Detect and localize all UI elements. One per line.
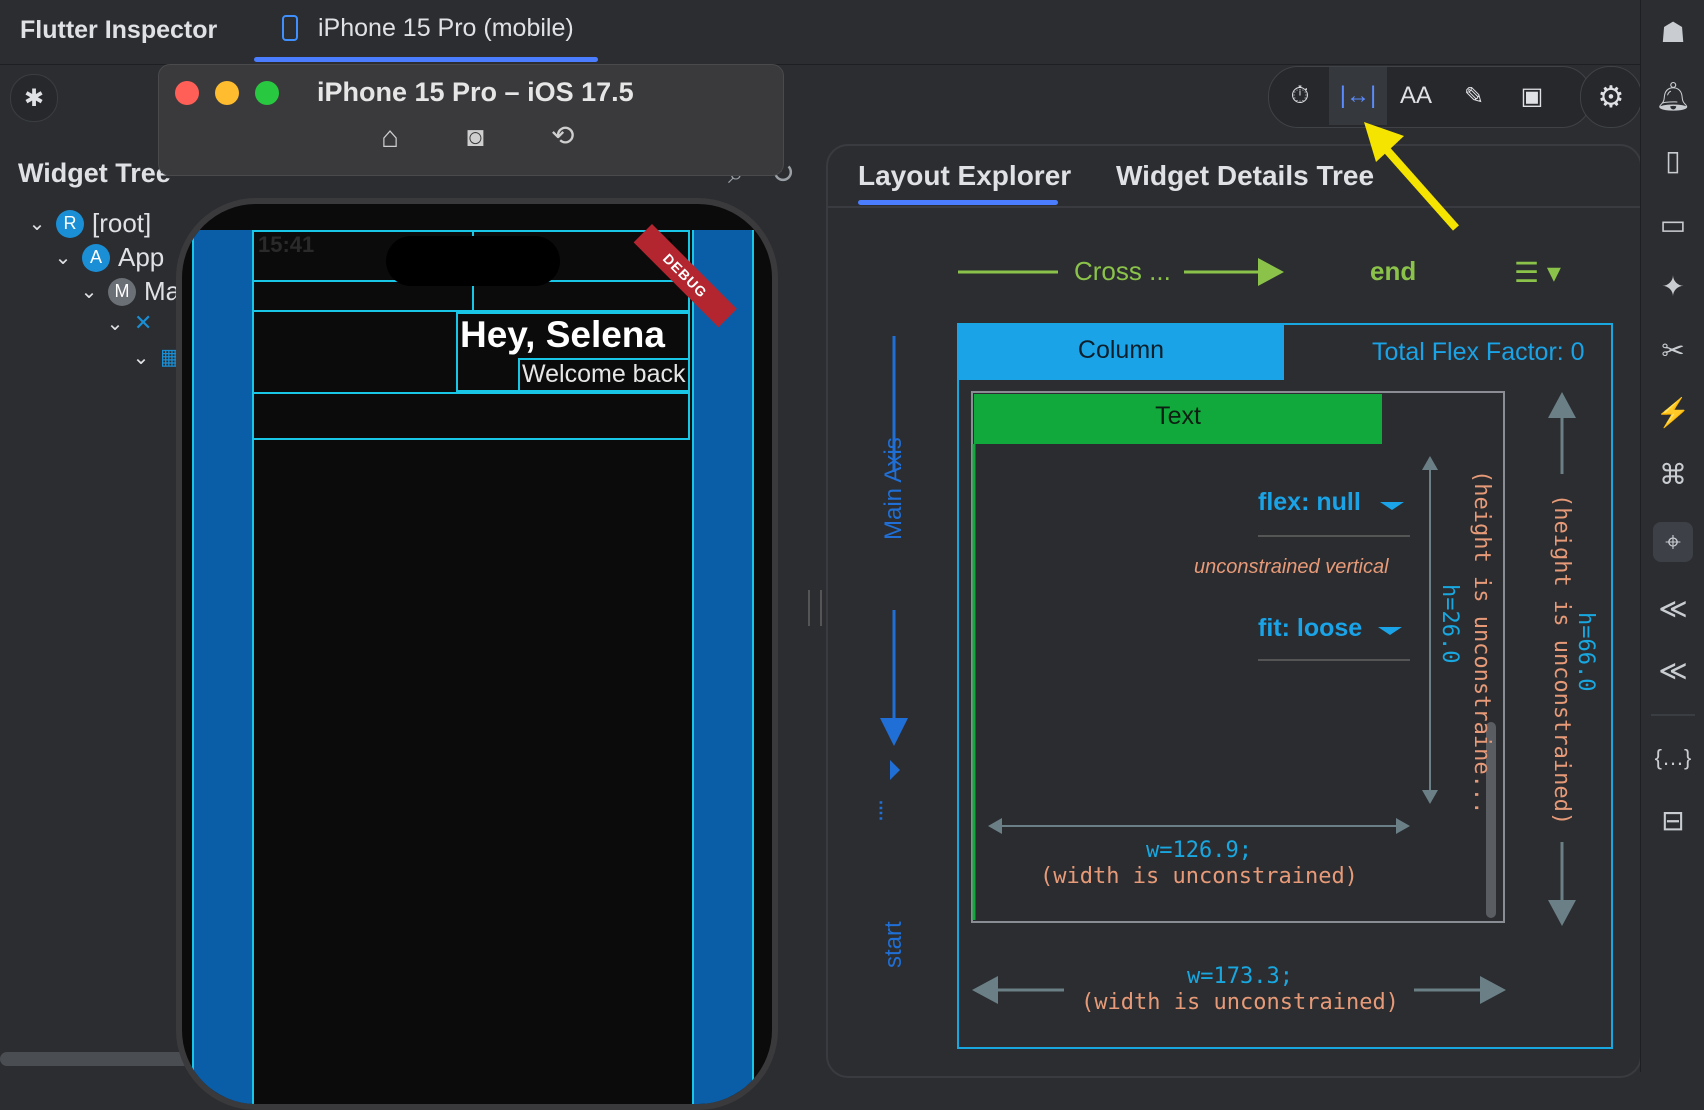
arrow-down <box>1548 900 1576 926</box>
layout-diagram <box>880 122 1613 1049</box>
running-devices-icon[interactable]: ▭ <box>1653 204 1693 244</box>
child-height-note: (height is unconstraine... <box>1469 470 1494 815</box>
column-label[interactable]: Column <box>958 336 1284 365</box>
parent-height-note: (height is unconstrained) <box>1549 494 1574 826</box>
main-axis-dropdown <box>890 760 900 780</box>
strip-divider <box>1651 714 1695 716</box>
tools-icon[interactable]: ✂ <box>1653 330 1693 370</box>
cross-axis-alignment-icon[interactable]: ☰ ▾ <box>1514 256 1561 289</box>
main-axis-value[interactable]: start <box>880 888 908 968</box>
device-manager-icon[interactable]: ▯ <box>1653 140 1693 180</box>
gemini-icon[interactable]: ✦ <box>1653 266 1693 306</box>
arrow-up <box>1548 392 1576 418</box>
flutter-performance-icon[interactable]: ≪ <box>1653 650 1693 690</box>
arrow-left <box>972 976 998 1004</box>
cross-axis-value[interactable]: end <box>1370 256 1416 287</box>
toolbox-icon[interactable]: ⊟ <box>1653 800 1693 840</box>
parent-width-note: (width is unconstrained) <box>1081 990 1399 1015</box>
cross-axis-arrow <box>1258 258 1284 286</box>
flutter-outline-icon[interactable]: ≪ <box>1653 588 1693 628</box>
flutter-inspector-icon[interactable]: ⌖ <box>1653 522 1693 562</box>
link-icon[interactable]: ⌘ <box>1653 454 1693 494</box>
parent-height-value: h=66.0 <box>1573 612 1598 692</box>
pointer-arrow-head <box>1364 122 1404 162</box>
child-height-value: h=26.0 <box>1437 584 1462 664</box>
tool-window-strip: ☗ 🔔︎ ▯ ▭ ✦ ✂ ⚡ ⌘ ⌖ ≪ ≪ {…} ⊟ <box>1640 0 1704 1072</box>
json-icon[interactable]: {…} <box>1653 738 1693 778</box>
total-flex-factor: Total Flex Factor: 0 <box>1372 338 1585 366</box>
text-widget-label[interactable]: Text <box>974 402 1382 431</box>
main-axis-label: Main Axis <box>880 437 907 540</box>
child-width-note: (width is unconstrained) <box>1040 864 1358 889</box>
main-axis-arrow <box>880 718 908 746</box>
unconstrained-note: unconstrained vertical <box>1194 556 1389 578</box>
flex-selector[interactable]: flex: null <box>1258 488 1361 517</box>
pointer-arrow <box>1375 137 1459 231</box>
app-inspection-icon[interactable]: ⚡ <box>1653 392 1693 432</box>
child-width-value: w=126.9; <box>1146 838 1252 863</box>
android-icon[interactable]: ☗ <box>1653 12 1693 52</box>
notifications-icon[interactable]: 🔔︎ <box>1653 76 1693 116</box>
cross-axis-label: Cross ... <box>1074 256 1171 286</box>
main-axis-alignment-icon[interactable]: ⦙ <box>878 796 884 828</box>
parent-width-value: w=173.3; <box>1187 964 1293 989</box>
fit-selector[interactable]: fit: loose <box>1258 614 1362 643</box>
arrow-right <box>1480 976 1506 1004</box>
